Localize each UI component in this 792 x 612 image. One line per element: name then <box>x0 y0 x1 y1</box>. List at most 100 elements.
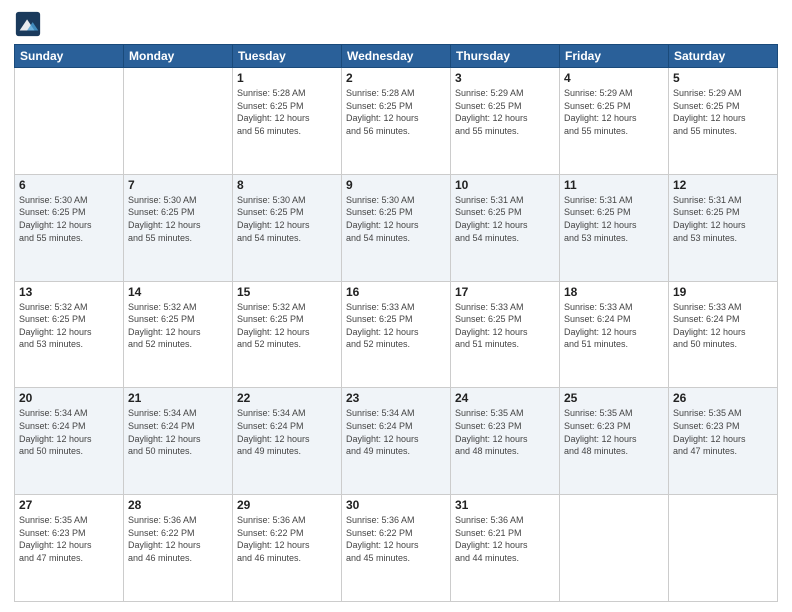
day-number: 18 <box>564 285 664 299</box>
week-row-2: 6 Sunrise: 5:30 AM Sunset: 6:25 PM Daylig… <box>15 174 778 281</box>
day-number: 30 <box>346 498 446 512</box>
calendar-cell: 2 Sunrise: 5:28 AM Sunset: 6:25 PM Daylig… <box>342 68 451 175</box>
day-info: Sunrise: 5:33 AM Sunset: 6:24 PM Dayligh… <box>564 301 664 351</box>
day-number: 19 <box>673 285 773 299</box>
week-row-4: 20 Sunrise: 5:34 AM Sunset: 6:24 PM Dayli… <box>15 388 778 495</box>
day-number: 12 <box>673 178 773 192</box>
day-info: Sunrise: 5:32 AM Sunset: 6:25 PM Dayligh… <box>19 301 119 351</box>
calendar-cell: 22 Sunrise: 5:34 AM Sunset: 6:24 PM Dayli… <box>233 388 342 495</box>
week-row-3: 13 Sunrise: 5:32 AM Sunset: 6:25 PM Dayli… <box>15 281 778 388</box>
header <box>14 10 778 38</box>
day-number: 6 <box>19 178 119 192</box>
calendar-page: SundayMondayTuesdayWednesdayThursdayFrid… <box>0 0 792 612</box>
day-info: Sunrise: 5:34 AM Sunset: 6:24 PM Dayligh… <box>346 407 446 457</box>
day-header-wednesday: Wednesday <box>342 45 451 68</box>
day-number: 29 <box>237 498 337 512</box>
day-number: 25 <box>564 391 664 405</box>
day-info: Sunrise: 5:35 AM Sunset: 6:23 PM Dayligh… <box>564 407 664 457</box>
calendar-cell: 30Sunrise: 5:36 AM Sunset: 6:22 PM Dayli… <box>342 495 451 602</box>
day-number: 4 <box>564 71 664 85</box>
calendar-cell: 25 Sunrise: 5:35 AM Sunset: 6:23 PM Dayli… <box>560 388 669 495</box>
day-number: 3 <box>455 71 555 85</box>
header-row: SundayMondayTuesdayWednesdayThursdayFrid… <box>15 45 778 68</box>
day-number: 8 <box>237 178 337 192</box>
day-number: 16 <box>346 285 446 299</box>
logo-icon <box>14 10 42 38</box>
day-info: Sunrise: 5:30 AM Sunset: 6:25 PM Dayligh… <box>237 194 337 244</box>
calendar-cell: 26Sunrise: 5:35 AM Sunset: 6:23 PM Dayli… <box>669 388 778 495</box>
day-header-saturday: Saturday <box>669 45 778 68</box>
day-info: Sunrise: 5:33 AM Sunset: 6:25 PM Dayligh… <box>455 301 555 351</box>
logo <box>14 10 46 38</box>
day-info: Sunrise: 5:36 AM Sunset: 6:22 PM Dayligh… <box>237 514 337 564</box>
day-number: 24 <box>455 391 555 405</box>
calendar-cell: 14Sunrise: 5:32 AM Sunset: 6:25 PM Dayli… <box>124 281 233 388</box>
calendar-cell: 3 Sunrise: 5:29 AM Sunset: 6:25 PM Daylig… <box>451 68 560 175</box>
day-number: 13 <box>19 285 119 299</box>
day-info: Sunrise: 5:28 AM Sunset: 6:25 PM Dayligh… <box>237 87 337 137</box>
day-header-thursday: Thursday <box>451 45 560 68</box>
day-info: Sunrise: 5:36 AM Sunset: 6:21 PM Dayligh… <box>455 514 555 564</box>
day-number: 20 <box>19 391 119 405</box>
day-info: Sunrise: 5:31 AM Sunset: 6:25 PM Dayligh… <box>673 194 773 244</box>
day-info: Sunrise: 5:30 AM Sunset: 6:25 PM Dayligh… <box>128 194 228 244</box>
calendar-table: SundayMondayTuesdayWednesdayThursdayFrid… <box>14 44 778 602</box>
week-row-5: 27 Sunrise: 5:35 AM Sunset: 6:23 PM Dayli… <box>15 495 778 602</box>
day-number: 31 <box>455 498 555 512</box>
calendar-cell: 7Sunrise: 5:30 AM Sunset: 6:25 PM Daylig… <box>124 174 233 281</box>
calendar-cell: 28Sunrise: 5:36 AM Sunset: 6:22 PM Dayli… <box>124 495 233 602</box>
calendar-cell: 19 Sunrise: 5:33 AM Sunset: 6:24 PM Dayli… <box>669 281 778 388</box>
calendar-cell: 1Sunrise: 5:28 AM Sunset: 6:25 PM Daylig… <box>233 68 342 175</box>
calendar-cell: 6 Sunrise: 5:30 AM Sunset: 6:25 PM Daylig… <box>15 174 124 281</box>
day-number: 10 <box>455 178 555 192</box>
day-info: Sunrise: 5:33 AM Sunset: 6:24 PM Dayligh… <box>673 301 773 351</box>
calendar-cell: 16 Sunrise: 5:33 AM Sunset: 6:25 PM Dayli… <box>342 281 451 388</box>
day-number: 14 <box>128 285 228 299</box>
calendar-cell: 4Sunrise: 5:29 AM Sunset: 6:25 PM Daylig… <box>560 68 669 175</box>
calendar-cell: 24 Sunrise: 5:35 AM Sunset: 6:23 PM Dayli… <box>451 388 560 495</box>
day-number: 28 <box>128 498 228 512</box>
calendar-cell <box>560 495 669 602</box>
day-info: Sunrise: 5:28 AM Sunset: 6:25 PM Dayligh… <box>346 87 446 137</box>
calendar-cell: 18 Sunrise: 5:33 AM Sunset: 6:24 PM Dayli… <box>560 281 669 388</box>
day-number: 9 <box>346 178 446 192</box>
day-info: Sunrise: 5:34 AM Sunset: 6:24 PM Dayligh… <box>237 407 337 457</box>
calendar-cell: 21 Sunrise: 5:34 AM Sunset: 6:24 PM Dayli… <box>124 388 233 495</box>
day-number: 22 <box>237 391 337 405</box>
day-info: Sunrise: 5:29 AM Sunset: 6:25 PM Dayligh… <box>455 87 555 137</box>
day-header-tuesday: Tuesday <box>233 45 342 68</box>
day-number: 21 <box>128 391 228 405</box>
day-info: Sunrise: 5:29 AM Sunset: 6:25 PM Dayligh… <box>673 87 773 137</box>
day-info: Sunrise: 5:35 AM Sunset: 6:23 PM Dayligh… <box>673 407 773 457</box>
day-number: 11 <box>564 178 664 192</box>
calendar-cell <box>15 68 124 175</box>
day-number: 27 <box>19 498 119 512</box>
calendar-cell: 23Sunrise: 5:34 AM Sunset: 6:24 PM Dayli… <box>342 388 451 495</box>
day-info: Sunrise: 5:35 AM Sunset: 6:23 PM Dayligh… <box>455 407 555 457</box>
calendar-cell: 15Sunrise: 5:32 AM Sunset: 6:25 PM Dayli… <box>233 281 342 388</box>
day-info: Sunrise: 5:30 AM Sunset: 6:25 PM Dayligh… <box>19 194 119 244</box>
calendar-cell: 10 Sunrise: 5:31 AM Sunset: 6:25 PM Dayli… <box>451 174 560 281</box>
calendar-cell: 17 Sunrise: 5:33 AM Sunset: 6:25 PM Dayli… <box>451 281 560 388</box>
day-number: 17 <box>455 285 555 299</box>
day-info: Sunrise: 5:35 AM Sunset: 6:23 PM Dayligh… <box>19 514 119 564</box>
day-info: Sunrise: 5:34 AM Sunset: 6:24 PM Dayligh… <box>128 407 228 457</box>
calendar-cell: 27 Sunrise: 5:35 AM Sunset: 6:23 PM Dayli… <box>15 495 124 602</box>
calendar-cell: 12 Sunrise: 5:31 AM Sunset: 6:25 PM Dayli… <box>669 174 778 281</box>
day-header-sunday: Sunday <box>15 45 124 68</box>
calendar-cell: 11Sunrise: 5:31 AM Sunset: 6:25 PM Dayli… <box>560 174 669 281</box>
calendar-cell: 31 Sunrise: 5:36 AM Sunset: 6:21 PM Dayli… <box>451 495 560 602</box>
day-info: Sunrise: 5:34 AM Sunset: 6:24 PM Dayligh… <box>19 407 119 457</box>
calendar-cell: 29 Sunrise: 5:36 AM Sunset: 6:22 PM Dayli… <box>233 495 342 602</box>
day-info: Sunrise: 5:30 AM Sunset: 6:25 PM Dayligh… <box>346 194 446 244</box>
calendar-cell: 5 Sunrise: 5:29 AM Sunset: 6:25 PM Daylig… <box>669 68 778 175</box>
calendar-cell <box>669 495 778 602</box>
calendar-cell: 13 Sunrise: 5:32 AM Sunset: 6:25 PM Dayli… <box>15 281 124 388</box>
day-info: Sunrise: 5:33 AM Sunset: 6:25 PM Dayligh… <box>346 301 446 351</box>
day-header-monday: Monday <box>124 45 233 68</box>
day-info: Sunrise: 5:31 AM Sunset: 6:25 PM Dayligh… <box>455 194 555 244</box>
day-number: 2 <box>346 71 446 85</box>
calendar-cell: 20 Sunrise: 5:34 AM Sunset: 6:24 PM Dayli… <box>15 388 124 495</box>
day-number: 5 <box>673 71 773 85</box>
day-info: Sunrise: 5:32 AM Sunset: 6:25 PM Dayligh… <box>237 301 337 351</box>
